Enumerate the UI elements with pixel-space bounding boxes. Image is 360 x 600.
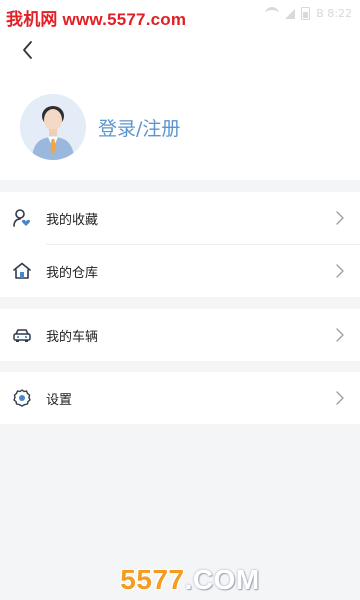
back-button[interactable] xyxy=(16,38,40,62)
menu-item-label: 我的收藏 xyxy=(46,212,99,228)
watermark-number: 5577 xyxy=(120,564,185,595)
chevron-right-icon xyxy=(336,211,344,225)
chevron-right-icon xyxy=(336,391,344,405)
site-watermark: 我机网 www.5577.com xyxy=(6,10,187,29)
bottom-watermark: 5577 .COM xyxy=(100,560,280,600)
signal-icon xyxy=(285,8,296,19)
menu-item-label: 我的车辆 xyxy=(46,329,99,345)
user-avatar-icon xyxy=(20,94,86,160)
menu-group-2: 我的车辆 xyxy=(0,309,360,361)
user-heart-icon xyxy=(12,208,32,228)
menu-item-vehicles[interactable]: 我的车辆 xyxy=(0,309,360,361)
menu-item-settings[interactable]: 设置 xyxy=(0,372,360,424)
gear-icon xyxy=(12,388,32,408)
car-icon xyxy=(12,325,32,345)
chevron-right-icon xyxy=(336,264,344,278)
chevron-left-icon xyxy=(23,41,32,59)
status-time: B 8:22 xyxy=(316,7,352,20)
profile-page: 我机网 www.5577.com B 8:22 登录/注册 我的收藏 我的仓库 … xyxy=(0,0,360,600)
menu-group-3: 设置 xyxy=(0,372,360,424)
menu-item-label: 设置 xyxy=(46,392,73,408)
profile-header: 登录/注册 xyxy=(0,30,360,180)
chevron-right-icon xyxy=(336,328,344,342)
menu-group-1: 我的收藏 我的仓库 xyxy=(0,192,360,297)
login-register-link[interactable]: 登录/注册 xyxy=(98,114,180,141)
status-icons: B 8:22 xyxy=(265,7,352,20)
warehouse-home-icon xyxy=(12,261,32,281)
status-bar: 我机网 www.5577.com B 8:22 xyxy=(0,0,360,30)
menu-item-favorites[interactable]: 我的收藏 xyxy=(0,192,360,244)
battery-icon xyxy=(301,7,311,20)
watermark-domain: .COM xyxy=(184,564,260,595)
avatar[interactable] xyxy=(20,94,86,160)
menu-item-warehouse[interactable]: 我的仓库 xyxy=(0,245,360,297)
wifi-icon xyxy=(265,7,280,20)
menu-item-label: 我的仓库 xyxy=(46,265,99,281)
